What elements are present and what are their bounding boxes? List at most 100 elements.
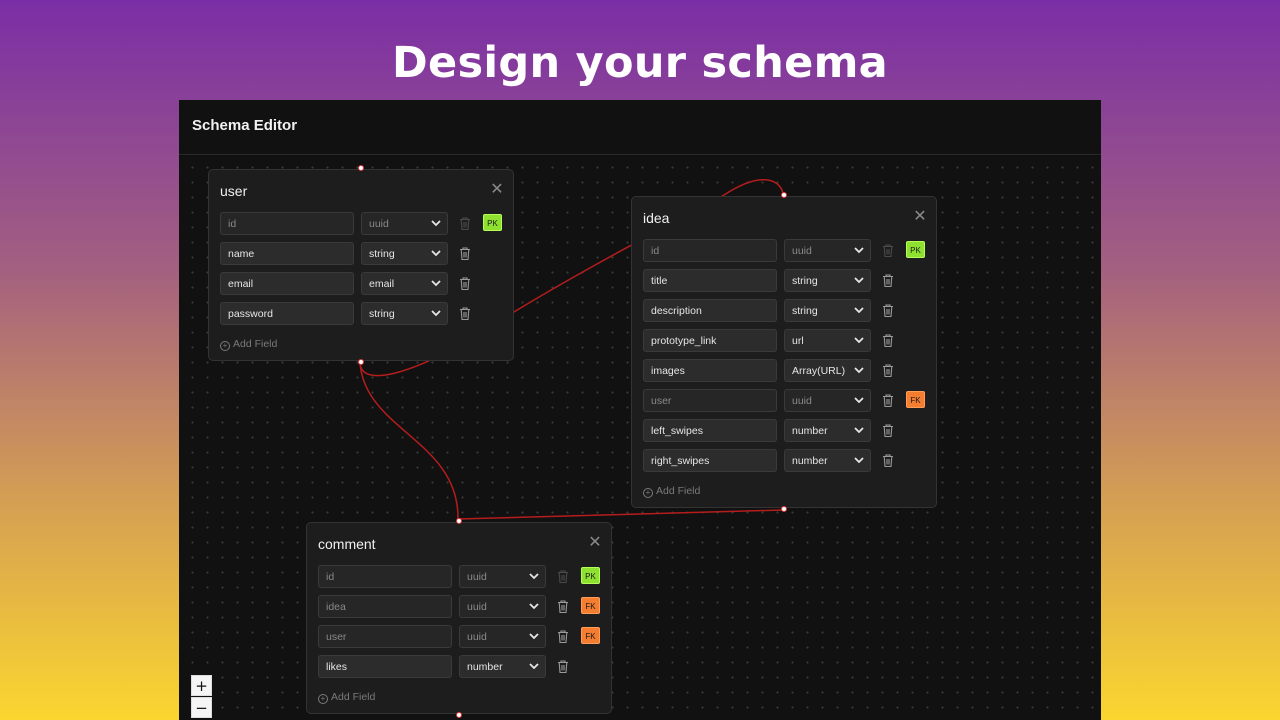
field-name-input[interactable]: id — [643, 239, 777, 262]
close-icon[interactable]: ✕ — [586, 533, 604, 551]
field-type-select[interactable]: string — [361, 302, 448, 325]
add-field-label: Add Field — [233, 338, 278, 350]
chevron-down-icon — [529, 633, 539, 640]
trash-icon[interactable] — [556, 599, 570, 614]
connection-handle[interactable] — [456, 712, 462, 718]
connection-handle[interactable] — [358, 165, 364, 171]
field-name-input[interactable]: user — [318, 625, 452, 648]
field-type-value: uuid — [792, 395, 812, 407]
trash-icon[interactable] — [556, 569, 570, 584]
field-type-select[interactable]: email — [361, 272, 448, 295]
trash-icon[interactable] — [881, 453, 895, 468]
chevron-down-icon — [529, 663, 539, 670]
field-name-input[interactable]: id — [220, 212, 354, 235]
field-type-select[interactable]: uuid — [784, 239, 871, 262]
chevron-down-icon — [431, 310, 441, 317]
add-field-label: Add Field — [656, 485, 701, 497]
app-header: Schema Editor — [179, 100, 1101, 155]
connection-handle[interactable] — [456, 518, 462, 524]
field-name-input[interactable]: description — [643, 299, 777, 322]
field-type-select[interactable]: number — [784, 419, 871, 442]
field-name-input[interactable]: title — [643, 269, 777, 292]
field-type-value: uuid — [467, 571, 487, 583]
field-type-value: uuid — [467, 631, 487, 643]
chevron-down-icon — [854, 367, 864, 374]
field-type-select[interactable]: uuid — [459, 625, 546, 648]
field-type-select[interactable]: url — [784, 329, 871, 352]
table-title: comment — [318, 536, 376, 552]
field-type-select[interactable]: string — [784, 269, 871, 292]
field-type-value: uuid — [467, 601, 487, 613]
field-type-select[interactable]: Array(URL) — [784, 359, 871, 382]
field-name-input[interactable]: images — [643, 359, 777, 382]
field-type-select[interactable]: uuid — [361, 212, 448, 235]
chevron-down-icon — [854, 307, 864, 314]
trash-icon[interactable] — [881, 303, 895, 318]
pk-badge: PK — [906, 241, 925, 258]
table-title: user — [220, 183, 248, 199]
field-type-select[interactable]: uuid — [784, 389, 871, 412]
field-type-value: number — [792, 425, 828, 437]
trash-icon[interactable] — [881, 363, 895, 378]
field-name-input[interactable]: likes — [318, 655, 452, 678]
field-name-input[interactable]: prototype_link — [643, 329, 777, 352]
chevron-down-icon — [854, 397, 864, 404]
field-type-value: string — [369, 248, 395, 260]
zoom-out-button[interactable]: − — [191, 697, 212, 718]
field-name-input[interactable]: user — [643, 389, 777, 412]
chevron-down-icon — [854, 337, 864, 344]
field-name-input[interactable]: left_swipes — [643, 419, 777, 442]
field-type-select[interactable]: uuid — [459, 565, 546, 588]
table-title: idea — [643, 210, 670, 226]
page-headline: Design your schema — [392, 38, 888, 88]
field-type-value: email — [369, 278, 395, 290]
table-user[interactable]: user ✕ id uuid PK name string email email passw… — [208, 169, 514, 361]
fk-badge: FK — [581, 597, 600, 614]
field-type-value: string — [792, 275, 818, 287]
trash-icon[interactable] — [458, 306, 472, 321]
trash-icon[interactable] — [881, 273, 895, 288]
zoom-in-button[interactable]: + — [191, 675, 212, 696]
field-name-input[interactable]: email — [220, 272, 354, 295]
field-type-select[interactable]: uuid — [459, 595, 546, 618]
connection-handle[interactable] — [358, 359, 364, 365]
trash-icon[interactable] — [881, 393, 895, 408]
table-idea[interactable]: idea ✕ id uuid PK title string description str… — [631, 196, 937, 508]
pk-badge: PK — [483, 214, 502, 231]
field-name-input[interactable]: idea — [318, 595, 452, 618]
chevron-down-icon — [529, 573, 539, 580]
close-icon[interactable]: ✕ — [911, 207, 929, 225]
trash-icon[interactable] — [556, 629, 570, 644]
field-type-value: string — [792, 305, 818, 317]
field-type-select[interactable]: number — [459, 655, 546, 678]
field-name-input[interactable]: right_swipes — [643, 449, 777, 472]
add-field-button[interactable]: + Add Field — [643, 485, 700, 498]
connection-handle[interactable] — [781, 192, 787, 198]
field-type-value: url — [792, 335, 804, 347]
field-type-value: Array(URL) — [792, 365, 846, 377]
chevron-down-icon — [854, 277, 864, 284]
trash-icon[interactable] — [458, 216, 472, 231]
field-name-input[interactable]: password — [220, 302, 354, 325]
plus-circle-icon: + — [220, 341, 230, 351]
table-comment[interactable]: comment ✕ id uuid PK idea uuid FK user uuid FK li… — [306, 522, 612, 714]
chevron-down-icon — [529, 603, 539, 610]
add-field-button[interactable]: + Add Field — [220, 338, 277, 351]
close-icon[interactable]: ✕ — [488, 180, 506, 198]
field-type-select[interactable]: string — [784, 299, 871, 322]
trash-icon[interactable] — [458, 246, 472, 261]
pk-badge: PK — [581, 567, 600, 584]
trash-icon[interactable] — [881, 423, 895, 438]
trash-icon[interactable] — [556, 659, 570, 674]
trash-icon[interactable] — [881, 333, 895, 348]
trash-icon[interactable] — [881, 243, 895, 258]
field-name-input[interactable]: name — [220, 242, 354, 265]
connection-handle[interactable] — [781, 506, 787, 512]
trash-icon[interactable] — [458, 276, 472, 291]
field-name-input[interactable]: id — [318, 565, 452, 588]
field-type-select[interactable]: number — [784, 449, 871, 472]
add-field-button[interactable]: + Add Field — [318, 691, 375, 704]
add-field-label: Add Field — [331, 691, 376, 703]
schema-editor-window: Schema Editor user ✕ id uuid PK name string e… — [179, 100, 1101, 720]
field-type-select[interactable]: string — [361, 242, 448, 265]
